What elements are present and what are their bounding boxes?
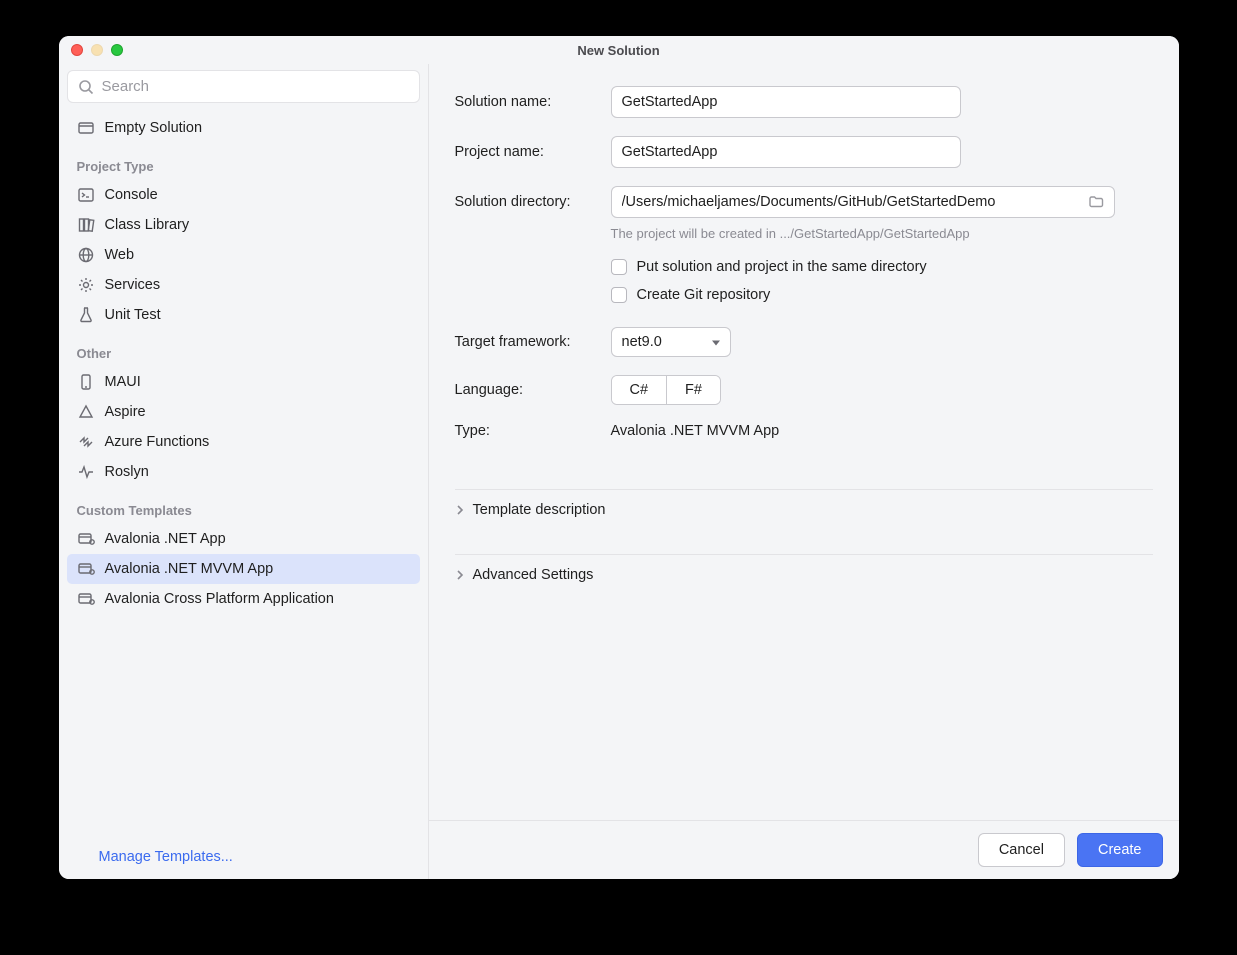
cancel-button[interactable]: Cancel: [978, 833, 1065, 867]
sidebar-item-class-library[interactable]: Class Library: [67, 210, 420, 240]
globe-icon: [77, 246, 95, 264]
sidebar-item-aspire[interactable]: Aspire: [67, 397, 420, 427]
solution-directory-input[interactable]: /Users/michaeljames/Documents/GitHub/Get…: [611, 186, 1115, 218]
expander-template-description[interactable]: Template description: [455, 489, 1153, 530]
sidebar-group-custom-templates: Custom Templates: [67, 487, 420, 524]
empty-solution-icon: [77, 119, 95, 137]
directory-hint: The project will be created in .../GetSt…: [611, 226, 1153, 241]
row-type: Type: Avalonia .NET MVVM App: [455, 423, 1153, 439]
sidebar-item-label: Empty Solution: [105, 120, 203, 136]
sidebar-item-label: Web: [105, 247, 135, 263]
lightning-icon: [77, 433, 95, 451]
label-language: Language:: [455, 382, 597, 398]
sidebar-item-azure-functions[interactable]: Azure Functions: [67, 427, 420, 457]
sidebar: Empty Solution Project Type Console Clas…: [59, 64, 429, 879]
row-same-directory[interactable]: Put solution and project in the same dir…: [611, 259, 1153, 275]
checkbox-label: Put solution and project in the same dir…: [637, 259, 927, 275]
type-value: Avalonia .NET MVVM App: [611, 423, 780, 439]
sidebar-item-avalonia-net-mvvm-app[interactable]: Avalonia .NET MVVM App: [67, 554, 420, 584]
window-title: New Solution: [59, 43, 1179, 58]
sidebar-item-label: Aspire: [105, 404, 146, 420]
class-library-icon: [77, 216, 95, 234]
solution-name-input[interactable]: GetStartedApp: [611, 86, 961, 118]
checkbox-label: Create Git repository: [637, 287, 771, 303]
label-solution-directory: Solution directory:: [455, 194, 597, 210]
form: Solution name: GetStartedApp Project nam…: [429, 64, 1179, 820]
label-type: Type:: [455, 423, 597, 439]
row-target-framework: Target framework: net9.0: [455, 327, 1153, 357]
sidebar-item-console[interactable]: Console: [67, 180, 420, 210]
language-segmented: C# F#: [611, 375, 721, 405]
gear-icon: [77, 276, 95, 294]
sidebar-item-label: Avalonia Cross Platform Application: [105, 591, 334, 607]
expander-label: Template description: [473, 502, 606, 518]
project-name-input[interactable]: GetStartedApp: [611, 136, 961, 168]
sidebar-item-label: Services: [105, 277, 161, 293]
sidebar-item-label: Azure Functions: [105, 434, 210, 450]
sidebar-item-label: Avalonia .NET MVVM App: [105, 561, 274, 577]
sidebar-item-unit-test[interactable]: Unit Test: [67, 300, 420, 330]
console-icon: [77, 186, 95, 204]
sidebar-item-web[interactable]: Web: [67, 240, 420, 270]
sidebar-item-label: Avalonia .NET App: [105, 531, 226, 547]
sidebar-group-project-type: Project Type: [67, 143, 420, 180]
device-icon: [77, 373, 95, 391]
sidebar-item-label: Class Library: [105, 217, 190, 233]
search-input[interactable]: [102, 78, 409, 95]
triangle-icon: [77, 403, 95, 421]
chevron-right-icon: [455, 505, 465, 515]
label-project-name: Project name:: [455, 144, 597, 160]
window-icon: [77, 560, 95, 578]
new-solution-dialog: New Solution Empty Solution P: [59, 36, 1179, 879]
sidebar-item-label: Unit Test: [105, 307, 161, 323]
row-solution-directory: Solution directory: /Users/michaeljames/…: [455, 186, 1153, 218]
sidebar-item-roslyn[interactable]: Roslyn: [67, 457, 420, 487]
checkbox-same-directory[interactable]: [611, 259, 627, 275]
search-field[interactable]: [67, 70, 420, 103]
sidebar-item-label: Console: [105, 187, 158, 203]
sidebar-group-other: Other: [67, 330, 420, 367]
sidebar-item-empty-solution[interactable]: Empty Solution: [67, 113, 420, 143]
titlebar: New Solution: [59, 36, 1179, 64]
expander-advanced-settings[interactable]: Advanced Settings: [455, 554, 1153, 595]
manage-templates-link[interactable]: Manage Templates...: [59, 837, 428, 879]
sidebar-item-maui[interactable]: MAUI: [67, 367, 420, 397]
dialog-body: Empty Solution Project Type Console Clas…: [59, 64, 1179, 879]
pulse-icon: [77, 463, 95, 481]
target-framework-select[interactable]: net9.0: [611, 327, 731, 357]
flask-icon: [77, 306, 95, 324]
window-icon: [77, 530, 95, 548]
label-solution-name: Solution name:: [455, 94, 597, 110]
language-option-csharp[interactable]: C#: [612, 376, 667, 404]
sidebar-item-avalonia-cross-platform[interactable]: Avalonia Cross Platform Application: [67, 584, 420, 614]
sidebar-item-label: Roslyn: [105, 464, 149, 480]
folder-browse-icon[interactable]: [1088, 194, 1104, 210]
row-language: Language: C# F#: [455, 375, 1153, 405]
main-panel: Solution name: GetStartedApp Project nam…: [429, 64, 1179, 879]
row-git-repo[interactable]: Create Git repository: [611, 287, 1153, 303]
window-icon: [77, 590, 95, 608]
checkbox-git-repo[interactable]: [611, 287, 627, 303]
sidebar-item-services[interactable]: Services: [67, 270, 420, 300]
row-solution-name: Solution name: GetStartedApp: [455, 86, 1153, 118]
row-project-name: Project name: GetStartedApp: [455, 136, 1153, 168]
footer: Cancel Create: [429, 820, 1179, 879]
label-target-framework: Target framework:: [455, 334, 597, 350]
sidebar-list: Empty Solution Project Type Console Clas…: [59, 109, 428, 837]
chevron-right-icon: [455, 570, 465, 580]
sidebar-item-label: MAUI: [105, 374, 141, 390]
sidebar-item-avalonia-net-app[interactable]: Avalonia .NET App: [67, 524, 420, 554]
language-option-fsharp[interactable]: F#: [666, 376, 720, 404]
expander-label: Advanced Settings: [473, 567, 594, 583]
create-button[interactable]: Create: [1077, 833, 1163, 867]
search-icon: [78, 79, 94, 95]
